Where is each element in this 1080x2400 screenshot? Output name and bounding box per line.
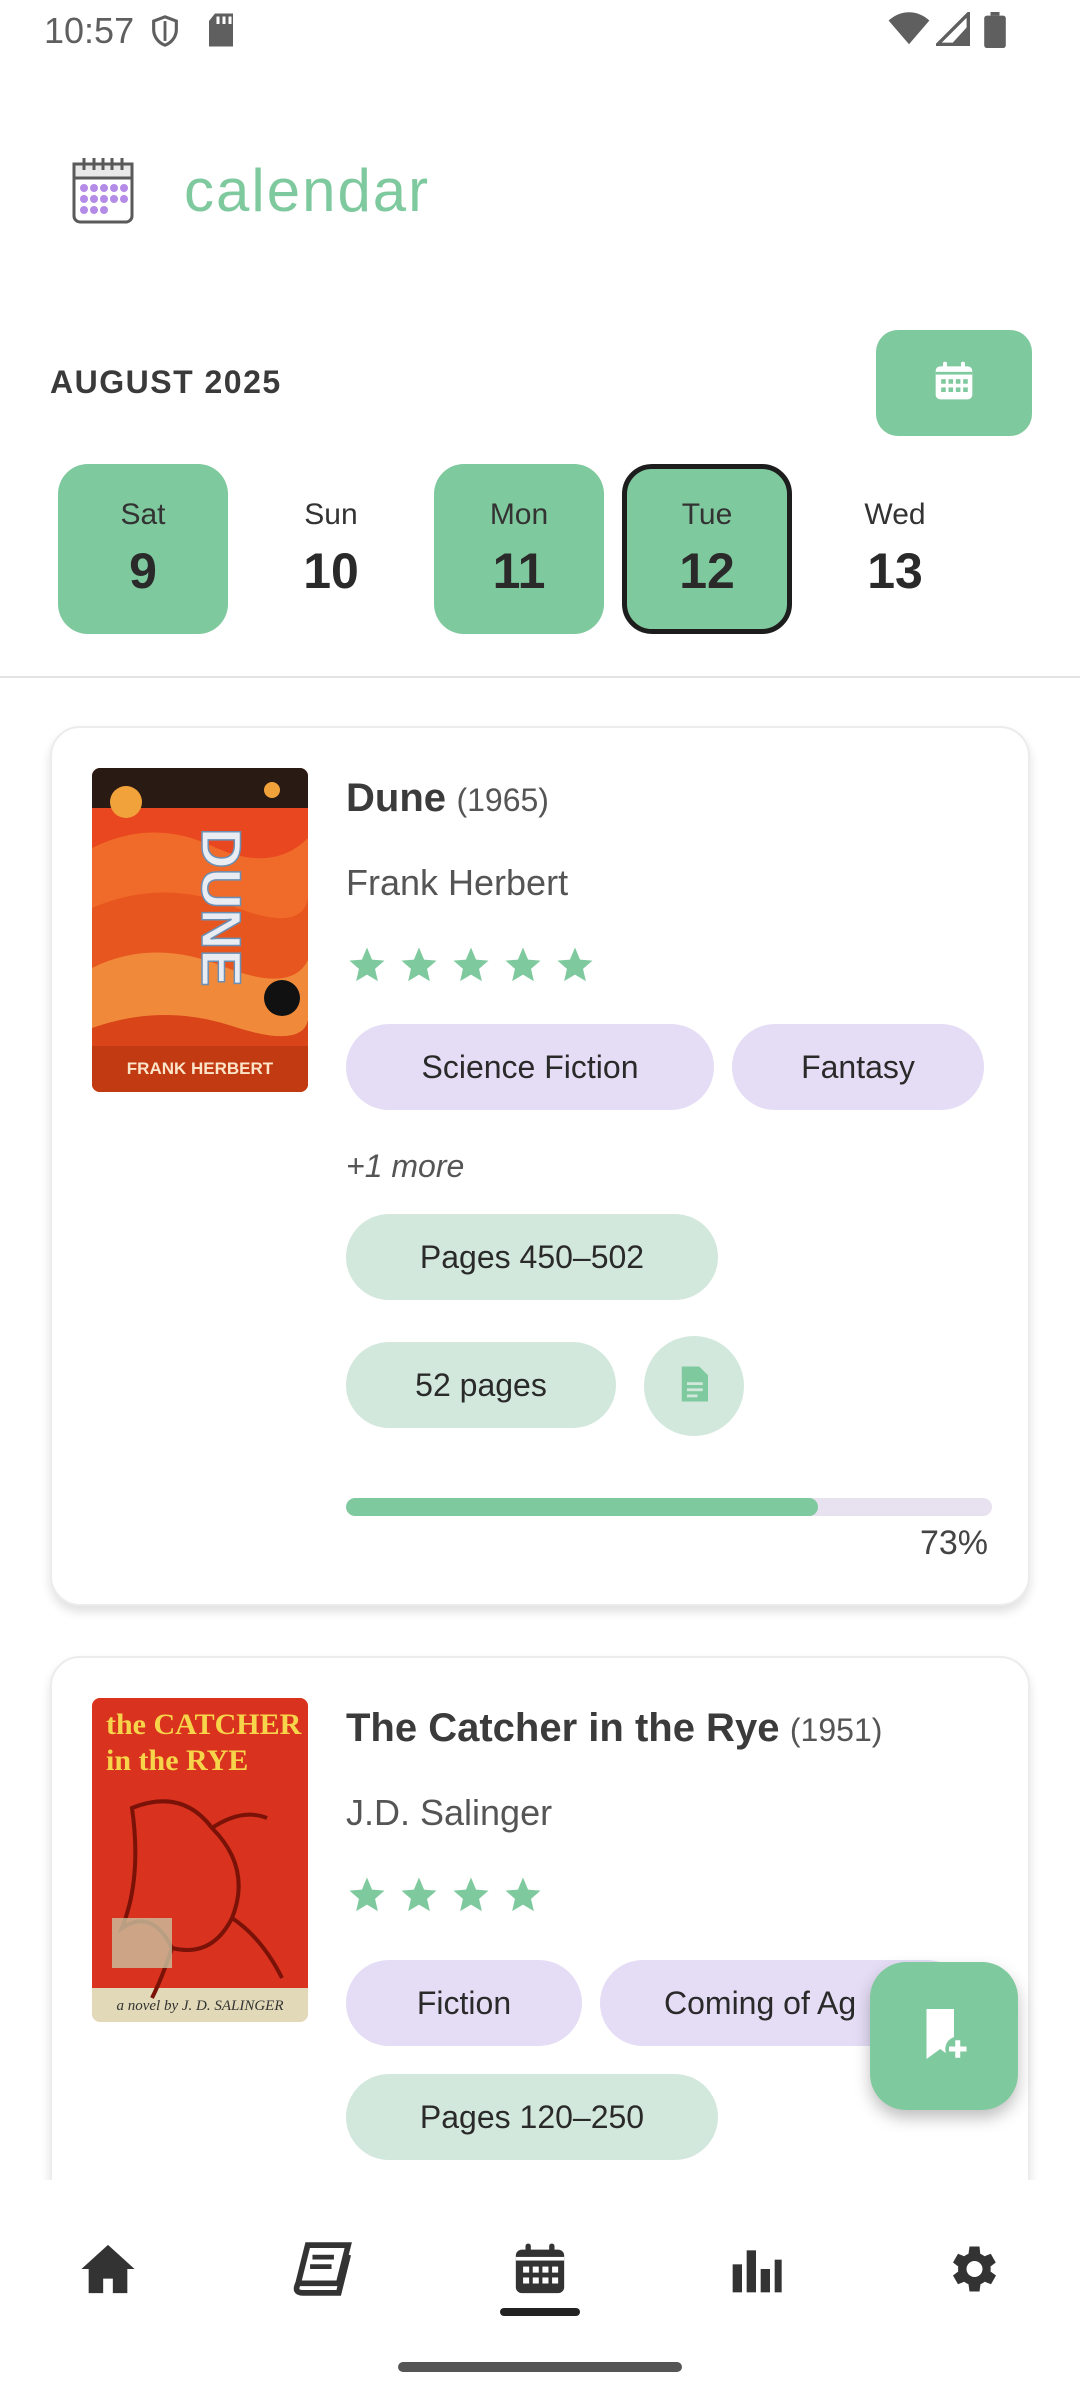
page-title: calendar: [184, 157, 431, 224]
calendar-picker-button[interactable]: [876, 330, 1032, 436]
book-title-line: Dune (1965): [346, 776, 549, 821]
star-icon: [450, 1874, 492, 1921]
pages-range-chip: Pages 120–250: [346, 2074, 718, 2160]
star-icon: [398, 944, 440, 991]
battery-icon: [984, 12, 1006, 53]
rating-stars: [346, 944, 596, 991]
star-icon: [398, 1874, 440, 1921]
genre-chip[interactable]: Fiction: [346, 1960, 582, 2046]
day-chip-sun-10[interactable]: Sun 10: [246, 464, 416, 634]
rating-stars: [346, 1874, 544, 1921]
star-icon: [450, 944, 492, 991]
day-number: 12: [679, 543, 735, 599]
day-chip-tue-12-selected[interactable]: Tue 12: [622, 464, 792, 634]
pages-count-chip: 52 pages: [346, 1342, 616, 1428]
day-name: Tue: [681, 498, 733, 531]
divider: [0, 676, 1080, 678]
book-cover: DUNE FRANK HERBERT: [92, 768, 308, 1092]
status-bar: 10:57: [0, 0, 1080, 62]
day-name: Wed: [864, 498, 926, 531]
date-strip: Sat 9 Sun 10 Mon 11 Tue 12 Wed 13: [0, 464, 1080, 634]
book-author: Frank Herbert: [346, 862, 569, 903]
star-icon: [346, 944, 388, 991]
status-time: 10:57: [44, 10, 135, 51]
day-number: 11: [492, 543, 546, 599]
calendar-icon: [932, 359, 976, 408]
settings-icon: [942, 2239, 1002, 2304]
active-nav-indicator: [500, 2308, 580, 2316]
book-title: The Catcher in the Rye: [346, 1706, 780, 1750]
wifi-icon: [888, 12, 930, 51]
star-icon: [346, 1874, 388, 1921]
cell-signal-icon: [933, 9, 970, 51]
day-chip-mon-11[interactable]: Mon 11: [434, 464, 604, 634]
app-root: 10:57 calendar AUGUST 2025 Sat 9 Sun 10 …: [0, 0, 1080, 2400]
note-icon: [673, 1363, 715, 1410]
more-genres-text[interactable]: +1 more: [346, 1148, 464, 1185]
notes-button[interactable]: [644, 1336, 744, 1436]
nav-calendar[interactable]: [490, 2226, 590, 2316]
day-number: 9: [129, 543, 157, 599]
star-icon: [502, 1874, 544, 1921]
progress-fill: [346, 1498, 818, 1516]
add-bookmark-icon: [914, 2004, 974, 2069]
genre-chip[interactable]: Fantasy: [732, 1024, 984, 1110]
home-icon: [79, 2240, 137, 2303]
add-book-fab[interactable]: [870, 1962, 1018, 2110]
day-chip-wed-13[interactable]: Wed 13: [810, 464, 980, 634]
day-number: 13: [867, 543, 923, 599]
nav-statistics[interactable]: [706, 2226, 806, 2316]
calendar-icon: [72, 154, 134, 224]
book-icon: [291, 2240, 353, 2303]
nav-library[interactable]: [272, 2226, 372, 2316]
book-card-dune[interactable]: DUNE FRANK HERBERT Dune (1965) Frank Her…: [50, 726, 1030, 1606]
book-year: (1951): [789, 1712, 883, 1748]
book-year: (1965): [456, 782, 549, 818]
cover-author: FRANK HERBERT: [127, 1059, 274, 1078]
book-title-line: The Catcher in the Rye (1951): [346, 1706, 882, 1751]
day-name: Mon: [489, 498, 549, 531]
reading-progress-bar: [346, 1498, 992, 1516]
stats-icon: [728, 2240, 784, 2303]
progress-label: 73%: [919, 1524, 988, 1562]
book-title: Dune: [346, 776, 446, 820]
book-author: J.D. Salinger: [346, 1792, 553, 1833]
star-icon: [554, 944, 596, 991]
shield-icon: [148, 12, 182, 55]
month-label: AUGUST 2025: [50, 364, 282, 400]
day-name: Sat: [120, 498, 166, 531]
pages-range-chip: Pages 450–502: [346, 1214, 718, 1300]
cover-title: DUNE: [190, 828, 253, 987]
genre-chip[interactable]: Science Fiction: [346, 1024, 714, 1110]
cover-title-line-2: in the RYE: [106, 1744, 248, 1777]
sd-card-icon: [206, 12, 236, 53]
day-name: Sun: [304, 498, 358, 531]
book-cover: the CATCHER in the RYE a novel by J. D. …: [92, 1698, 308, 2022]
day-number: 10: [303, 543, 359, 599]
day-chip-sat-9[interactable]: Sat 9: [58, 464, 228, 634]
cover-author: a novel by J. D. SALINGER: [116, 1998, 283, 2014]
cover-title-line-1: the CATCHER: [106, 1708, 302, 1741]
star-icon: [502, 944, 544, 991]
nav-home[interactable]: [58, 2226, 158, 2316]
gesture-home-handle[interactable]: [398, 2362, 682, 2372]
nav-settings[interactable]: [922, 2226, 1022, 2316]
app-header: calendar: [0, 130, 1080, 250]
calendar-icon: [511, 2240, 569, 2303]
